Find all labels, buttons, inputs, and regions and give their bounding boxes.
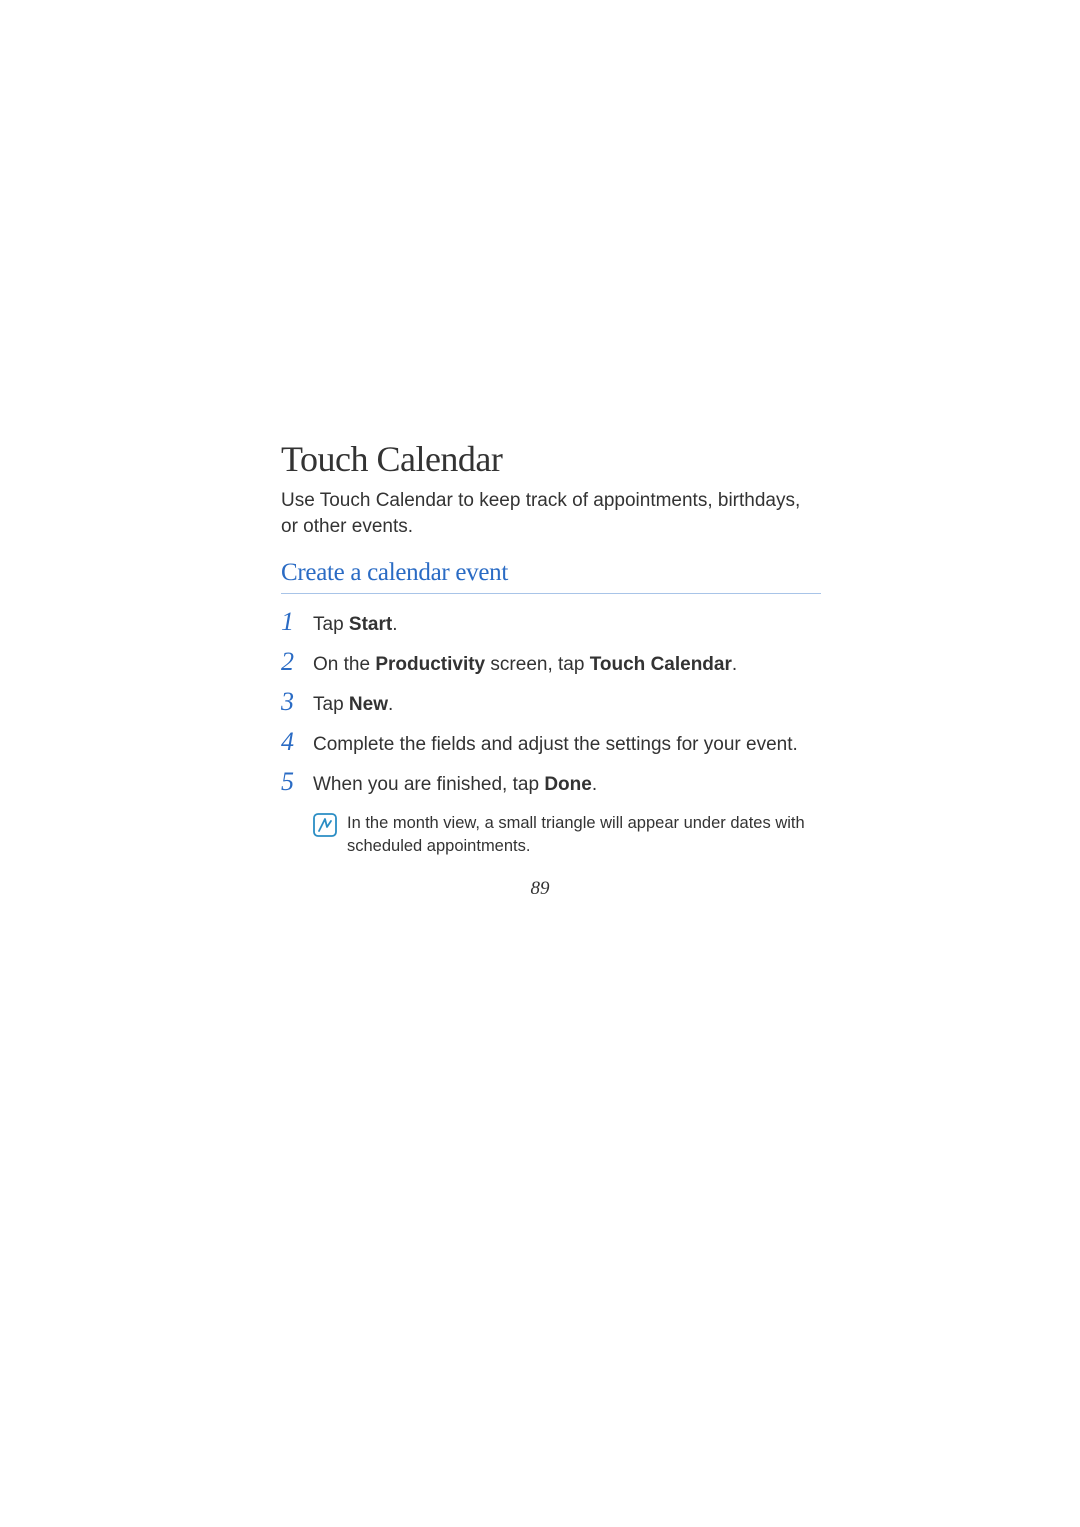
step-number: 1	[281, 609, 313, 635]
step-text: When you are finished, tap Done.	[313, 772, 597, 798]
note-text: In the month view, a small triangle will…	[347, 812, 821, 857]
note-icon	[313, 813, 337, 837]
step-text: On the Productivity screen, tap Touch Ca…	[313, 652, 737, 678]
step-text: Tap Start.	[313, 612, 398, 638]
step-number: 2	[281, 649, 313, 675]
step-text: Complete the fields and adjust the setti…	[313, 732, 798, 758]
intro-text: Use Touch Calendar to keep track of appo…	[281, 488, 821, 539]
note-box: In the month view, a small triangle will…	[313, 812, 821, 857]
step-item-5: 5 When you are finished, tap Done.	[281, 772, 821, 798]
sub-heading: Create a calendar event	[281, 559, 821, 587]
step-number: 3	[281, 689, 313, 715]
step-item-2: 2 On the Productivity screen, tap Touch …	[281, 652, 821, 678]
page-number: 89	[0, 878, 1080, 900]
main-heading: Touch Calendar	[281, 438, 821, 480]
step-item-3: 3 Tap New.	[281, 692, 821, 718]
heading-underline	[281, 593, 821, 594]
step-text: Tap New.	[313, 692, 393, 718]
step-number: 4	[281, 729, 313, 755]
step-item-1: 1 Tap Start.	[281, 612, 821, 638]
page-content: Touch Calendar Use Touch Calendar to kee…	[281, 438, 821, 857]
step-item-4: 4 Complete the fields and adjust the set…	[281, 732, 821, 758]
step-number: 5	[281, 769, 313, 795]
